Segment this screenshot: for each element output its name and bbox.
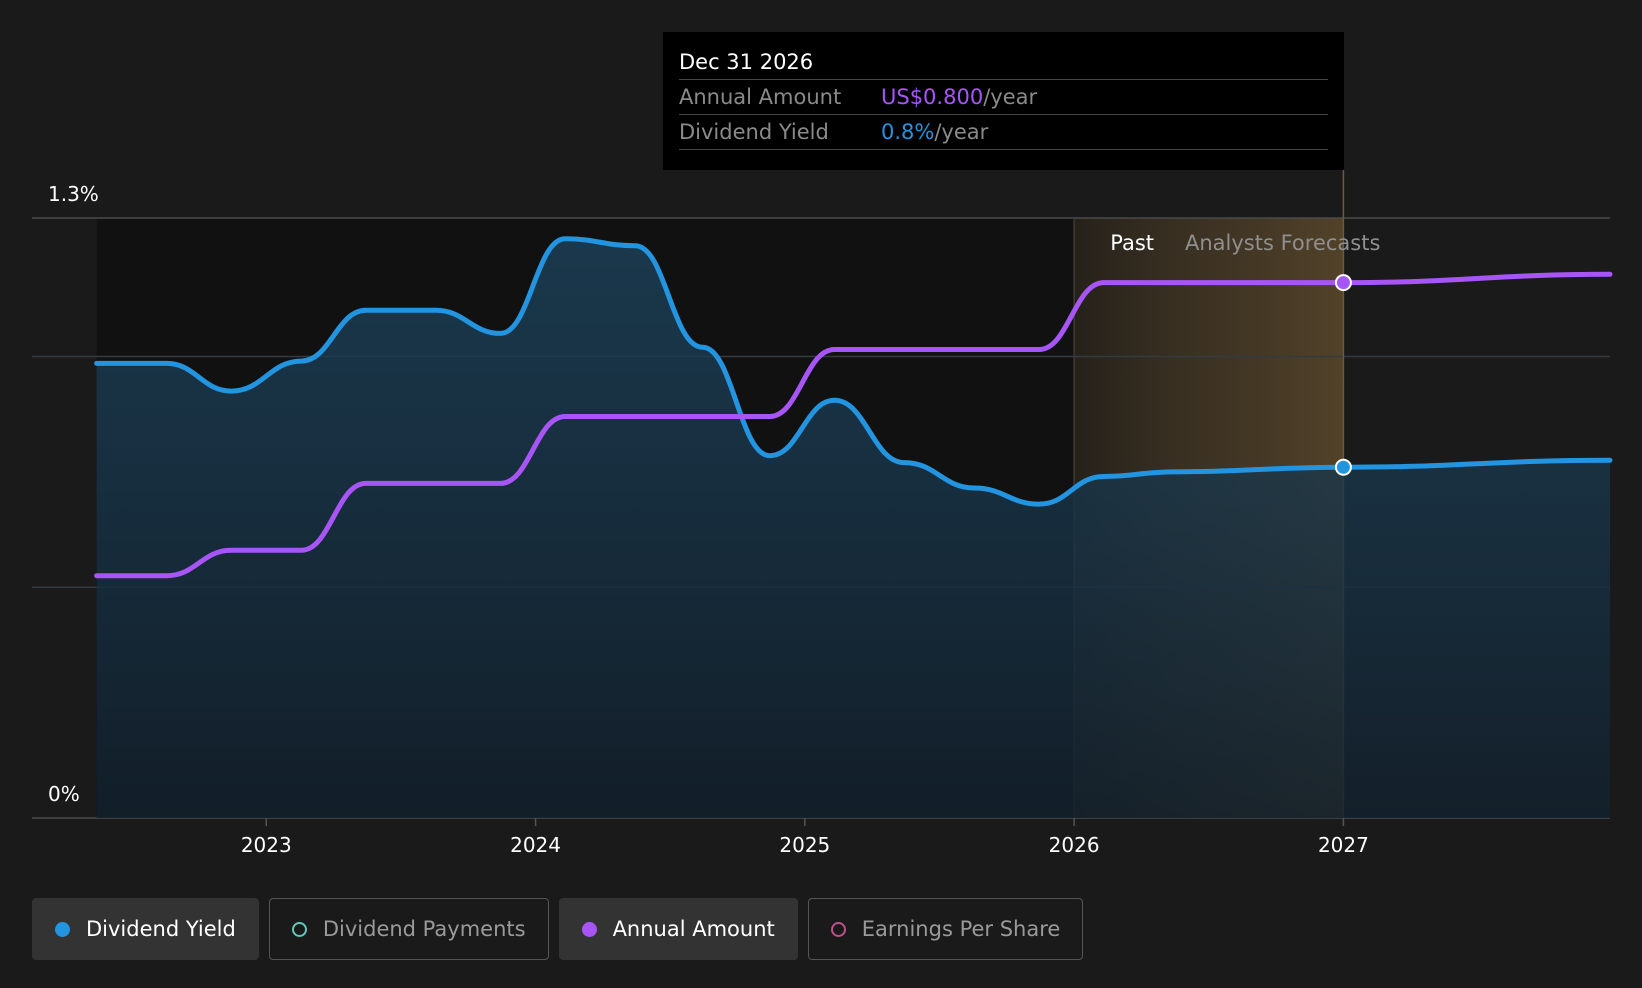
tooltip-label: Dividend Yield: [679, 120, 829, 144]
tooltip-value: 0.8%: [881, 120, 935, 144]
annual-amount-dot-icon: [581, 921, 597, 937]
tooltip-row-annual-amount: Annual Amount US$0.800/year: [679, 80, 1328, 115]
dividend-chart-widget: 2023 2024 2025 2026 2027 1.3% 0% Past Analys…: [0, 0, 1642, 988]
annual-amount-marker: [1334, 274, 1352, 292]
legend-label: Dividend Payments: [322, 917, 526, 941]
legend-label: Dividend Yield: [86, 917, 236, 941]
tooltip-row-dividend-yield: Dividend Yield 0.8%/year: [679, 115, 1328, 150]
chart-tooltip: Dec 31 2026 Annual Amount US$0.800/year …: [663, 32, 1344, 170]
tooltip-value: US$0.800: [881, 85, 984, 109]
x-tick-label: 2027: [1318, 833, 1369, 857]
x-tick-label: 2026: [1049, 833, 1100, 857]
legend-dividend-yield-toggle[interactable]: Dividend Yield: [32, 898, 259, 960]
forecast-label: Analysts Forecasts: [1185, 231, 1380, 255]
tooltip-unit: /year: [934, 120, 989, 144]
legend-annual-amount-toggle[interactable]: Annual Amount: [558, 898, 798, 960]
tooltip-unit: /year: [983, 85, 1038, 109]
x-tick-label: 2025: [779, 833, 830, 857]
legend-dividend-payments-toggle[interactable]: Dividend Payments: [268, 898, 549, 960]
earnings-per-share-ring-icon: [830, 921, 846, 937]
x-tick-label: 2023: [241, 833, 292, 857]
tooltip-label: Annual Amount: [679, 85, 842, 109]
tooltip-date: Dec 31 2026: [679, 46, 1328, 80]
legend-label: Annual Amount: [612, 917, 775, 941]
dividend-yield-dot-icon: [55, 921, 70, 937]
y-tick-label-bottom: 0%: [48, 782, 80, 806]
dividend-payments-ring-icon: [291, 921, 307, 937]
chart-legend: Dividend Yield Dividend Payments Annual …: [32, 898, 1084, 960]
y-tick-label-top: 1.3%: [48, 182, 99, 206]
past-label: Past: [1110, 231, 1154, 255]
legend-earnings-per-share-toggle[interactable]: Earnings Per Share: [807, 898, 1084, 960]
legend-label: Earnings Per Share: [861, 917, 1061, 941]
x-tick-label: 2024: [510, 833, 561, 857]
dividend-yield-marker: [1334, 458, 1352, 476]
